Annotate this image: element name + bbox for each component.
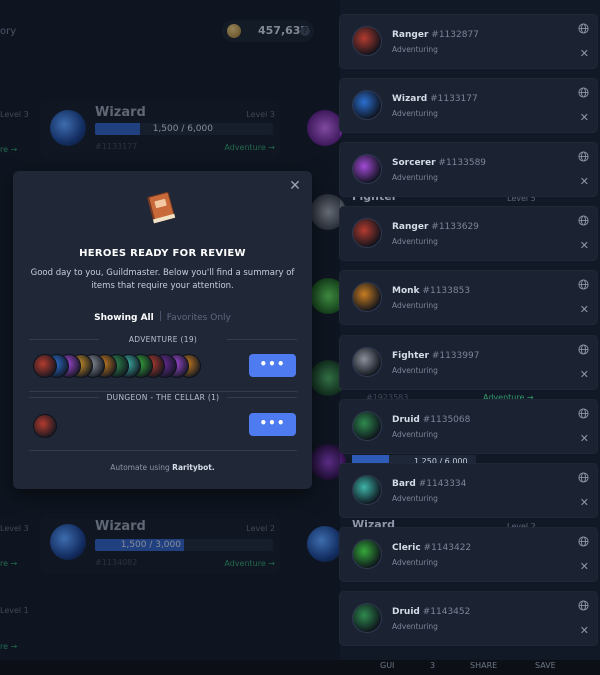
globe-icon[interactable] [578,600,589,611]
close-icon[interactable]: ✕ [580,625,589,636]
notification-status: Adventuring [392,494,438,503]
close-icon[interactable]: ✕ [288,179,302,193]
filter-tabs: Showing All Favorites Only [13,311,312,323]
section-adventure-header: ADVENTURE (19) [29,335,297,344]
notification-hero-name: Druid #1135068 [392,415,471,425]
notification-card[interactable]: Bard #1143334 Adventuring ✕ [340,464,597,517]
close-icon[interactable]: ✕ [580,304,589,315]
dungeon-more-button[interactable]: ••• [249,413,296,436]
bottom-bar-count[interactable]: 3 [430,661,435,670]
hero-icon[interactable] [33,414,57,438]
notification-card[interactable]: Cleric #1143422 Adventuring ✕ [340,528,597,581]
globe-icon[interactable] [578,408,589,419]
globe-icon[interactable] [578,151,589,162]
globe-icon[interactable] [578,215,589,226]
bottom-bar-gui[interactable]: GUI [380,661,394,670]
globe-icon[interactable] [578,344,589,355]
notification-status: Adventuring [392,622,438,631]
notification-hero-name: Monk #1133853 [392,286,471,296]
notification-status: Adventuring [392,430,438,439]
notification-card[interactable]: Druid #1135068 Adventuring ✕ [340,400,597,453]
bard-icon [352,475,382,505]
notification-hero-name: Bard #1143334 [392,479,467,489]
notification-hero-name: Ranger #1133629 [392,222,479,232]
sorcerer-icon [352,154,382,184]
close-icon[interactable]: ✕ [580,112,589,123]
section-divider [29,391,297,392]
notification-status: Adventuring [392,109,438,118]
ranger-icon [352,218,382,248]
review-modal: ✕ HEROES READY FOR REVIEW Good day to yo… [13,171,312,489]
globe-icon[interactable] [578,472,589,483]
bottom-bar-save[interactable]: SAVE [535,661,556,670]
hero-icon[interactable] [33,354,57,378]
notification-card[interactable]: Ranger #1132877 Adventuring ✕ [340,15,597,68]
tab-divider [159,311,161,321]
close-icon[interactable]: ✕ [580,433,589,444]
notification-card[interactable]: Ranger #1133629 Adventuring ✕ [340,207,597,260]
close-icon[interactable]: ✕ [580,176,589,187]
adventure-more-button[interactable]: ••• [249,354,296,377]
wizard-icon [352,90,382,120]
book-icon [147,192,176,224]
druid-icon [352,603,382,633]
druid-icon [352,411,382,441]
tab-showing-all[interactable]: Showing All [94,313,154,323]
notification-status: Adventuring [392,45,438,54]
bottom-bar: GUI 3 SHARE SAVE [0,660,600,675]
monk-icon [352,282,382,312]
footer-text: Automate using [110,463,173,472]
globe-icon[interactable] [578,87,589,98]
close-icon[interactable]: ✕ [580,561,589,572]
adventure-hero-icons [33,354,243,378]
notification-card[interactable]: Druid #1143452 Adventuring ✕ [340,592,597,645]
notification-card[interactable]: Wizard #1133177 Adventuring ✕ [340,79,597,132]
footer-divider [29,450,297,451]
globe-icon[interactable] [578,23,589,34]
notification-hero-name: Ranger #1132877 [392,30,479,40]
dungeon-hero-icons [33,414,243,438]
notification-hero-name: Druid #1143452 [392,607,471,617]
notification-status: Adventuring [392,301,438,310]
modal-title: HEROES READY FOR REVIEW [79,248,246,259]
ranger-icon [352,26,382,56]
notification-status: Adventuring [392,237,438,246]
close-icon[interactable]: ✕ [580,240,589,251]
globe-icon[interactable] [578,279,589,290]
notification-status: Adventuring [392,366,438,375]
bottom-bar-share[interactable]: SHARE [470,661,497,670]
raritybot-link[interactable]: Raritybot. [172,463,215,472]
globe-icon[interactable] [578,536,589,547]
notification-card[interactable]: Fighter #1133997 Adventuring ✕ [340,336,597,389]
notification-hero-name: Cleric #1143422 [392,543,472,553]
notification-status: Adventuring [392,173,438,182]
modal-footer: Automate using Raritybot. [13,463,312,472]
notification-hero-name: Fighter #1133997 [392,351,480,361]
notification-card[interactable]: Monk #1133853 Adventuring ✕ [340,271,597,324]
close-icon[interactable]: ✕ [580,48,589,59]
close-icon[interactable]: ✕ [580,497,589,508]
modal-description: Good day to you, Guildmaster. Below you'… [30,268,295,291]
close-icon[interactable]: ✕ [580,369,589,380]
section-dungeon-header: DUNGEON - THE CELLAR (1) [29,393,297,402]
cleric-icon [352,539,382,569]
notification-status: Adventuring [392,558,438,567]
notification-hero-name: Wizard #1133177 [392,94,478,104]
tab-favorites-only[interactable]: Favorites Only [167,313,231,323]
notification-hero-name: Sorcerer #1133589 [392,158,487,168]
fighter-icon [352,347,382,377]
notification-card[interactable]: Sorcerer #1133589 Adventuring ✕ [340,143,597,196]
